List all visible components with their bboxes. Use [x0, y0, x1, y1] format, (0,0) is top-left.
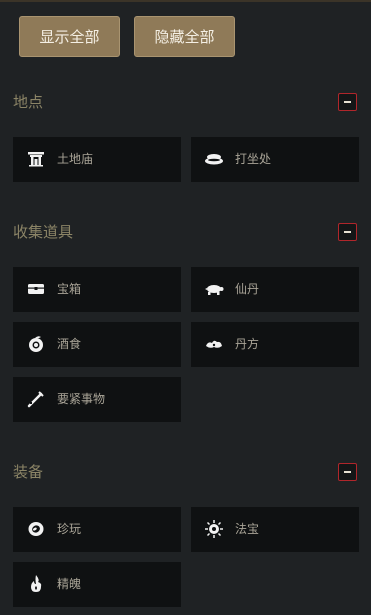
- filter-item-shrine[interactable]: 土地庙: [13, 137, 181, 182]
- key-item-icon: [26, 389, 46, 409]
- section-title-locations: 地点: [13, 93, 44, 111]
- minus-icon: [344, 101, 351, 103]
- filter-item-elixir[interactable]: 仙丹: [191, 267, 359, 312]
- filter-item-label: 法宝: [235, 522, 260, 536]
- filter-item-spirit[interactable]: 精魄: [13, 562, 181, 607]
- hide-all-button[interactable]: 隐藏全部: [134, 16, 235, 57]
- filter-item-wine-food[interactable]: 酒食: [13, 322, 181, 367]
- turtle-elixir-icon: [204, 279, 224, 299]
- ring-curio-icon: [26, 519, 46, 539]
- cloud-recipe-icon: [204, 334, 224, 354]
- collapse-collectibles-button[interactable]: [338, 223, 357, 241]
- collapse-equipment-button[interactable]: [338, 463, 357, 481]
- filter-item-label: 精魄: [57, 577, 82, 591]
- filter-item-label: 土地庙: [57, 152, 94, 166]
- filter-item-label: 酒食: [57, 337, 82, 351]
- peach-food-icon: [26, 334, 46, 354]
- meditation-cushion-icon: [204, 149, 224, 169]
- filter-item-curio[interactable]: 珍玩: [13, 507, 181, 552]
- filter-item-label: 仙丹: [235, 282, 260, 296]
- section-title-collectibles: 收集道具: [13, 223, 74, 241]
- toolbar: 显示全部 隐藏全部: [0, 0, 371, 70]
- filter-item-label: 要紧事物: [57, 392, 106, 406]
- filter-item-artifact[interactable]: 法宝: [191, 507, 359, 552]
- filter-item-treasure-chest[interactable]: 宝箱: [13, 267, 181, 312]
- collapse-locations-button[interactable]: [338, 93, 357, 111]
- treasure-chest-icon: [26, 279, 46, 299]
- filter-item-recipe[interactable]: 丹方: [191, 322, 359, 367]
- filter-item-label: 珍玩: [57, 522, 82, 536]
- show-all-button[interactable]: 显示全部: [19, 16, 120, 57]
- minus-icon: [344, 231, 351, 233]
- filter-item-label: 打坐处: [235, 152, 272, 166]
- filter-item-label: 宝箱: [57, 282, 82, 296]
- section-title-equipment: 装备: [13, 463, 44, 481]
- magic-artifact-icon: [204, 519, 224, 539]
- filter-item-label: 丹方: [235, 337, 260, 351]
- shrine-icon: [26, 149, 46, 169]
- spirit-flame-icon: [26, 574, 46, 594]
- minus-icon: [344, 471, 351, 473]
- filter-item-key-items[interactable]: 要紧事物: [13, 377, 181, 422]
- filter-item-meditation-spot[interactable]: 打坐处: [191, 137, 359, 182]
